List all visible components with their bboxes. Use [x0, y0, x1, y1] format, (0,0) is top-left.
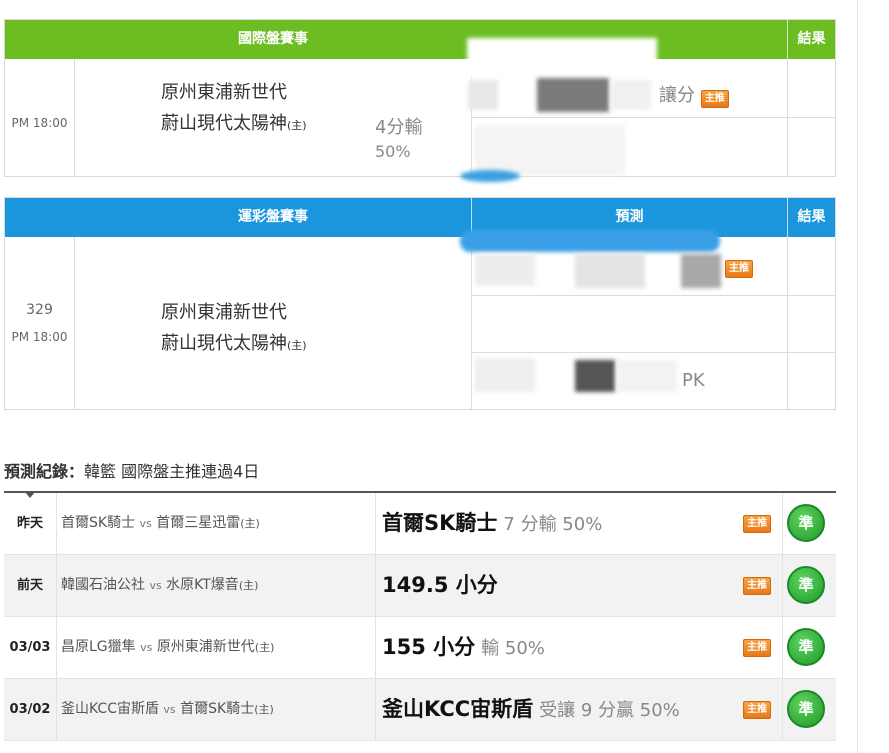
intl-match-time: PM 18:00 [11, 116, 68, 130]
lottery-home-team: 原州東浦新世代 [161, 302, 287, 323]
lottery-pred-pk: PK [682, 370, 705, 391]
page-divider [857, 0, 858, 753]
lottery-pred-badge: 主推 [725, 260, 753, 278]
intl-result-header: 結果 [797, 31, 826, 47]
intl-home-team: 原州東浦新世代 [161, 82, 287, 103]
intl-header-title: 國際盤賽事 [238, 31, 308, 47]
intl-header-bar: 國際盤賽事 結果 [5, 20, 835, 59]
record-result-icon: 準 [787, 566, 825, 604]
record-result-icon: 準 [787, 690, 825, 728]
record-badge: 主推 [743, 701, 771, 719]
intl-away-team: 蔚山現代太陽神(主) [161, 113, 307, 134]
record-title: 預測紀錄：韓籃 國際盤主推連過4日 [4, 462, 260, 481]
record-day: 03/03 [4, 617, 57, 678]
record-row: 03/03 昌原LG獵隼 vs 原州東浦新世代(主) 155 小分輸 50% 主… [4, 617, 836, 679]
record-match: 韓國石油公社 vs 水原KT爆音(主) [61, 577, 259, 593]
record-row: 前天 韓國石油公社 vs 水原KT爆音(主) 149.5 小分 主推 準 [4, 555, 836, 617]
lottery-match-number: 329 [26, 302, 53, 318]
record-result-icon: 準 [787, 504, 825, 542]
record-match: 昌原LG獵隼 vs 原州東浦新世代(主) [61, 639, 275, 655]
lottery-match-time: PM 18:00 [11, 330, 68, 344]
intl-match-panel: 國際盤賽事 結果 PM 18:00 原州東浦新世代 蔚山現代太陽神(主) 4分輸… [4, 19, 836, 182]
lottery-header-title: 運彩盤賽事 [238, 209, 308, 225]
record-badge: 主推 [743, 515, 771, 533]
record-pick: 首爾SK騎士 7 分輸 50% [382, 511, 603, 535]
record-badge: 主推 [743, 639, 771, 657]
record-result-icon: 準 [787, 628, 825, 666]
record-match: 釜山KCC宙斯盾 vs 首爾SK騎士(主) [61, 701, 274, 717]
lottery-away-team: 蔚山現代太陽神(主) [161, 333, 307, 354]
record-pick: 155 小分輸 50% [382, 635, 545, 659]
record-badge: 主推 [743, 577, 771, 595]
lottery-match-panel: 運彩盤賽事 預測 結果 329 PM 18:00 原州東浦新世代 蔚山現代太陽神… [4, 197, 836, 410]
record-row: 03/02 釜山KCC宙斯盾 vs 首爾SK騎士(主) 釜山KCC宙斯盾 受讓 9… [4, 679, 836, 741]
lottery-result-header: 結果 [797, 209, 826, 225]
intl-odds: 4分輸 50% [375, 117, 423, 161]
record-pick: 釜山KCC宙斯盾 受讓 9 分贏 50% [382, 697, 680, 721]
record-pick: 149.5 小分 [382, 573, 498, 597]
record-day: 昨天 [4, 493, 57, 554]
record-match: 首爾SK騎士 vs 首爾三星迅雷(主) [61, 515, 260, 531]
intl-pred-badge: 主推 [700, 90, 729, 108]
record-table: 昨天 首爾SK騎士 vs 首爾三星迅雷(主) 首爾SK騎士 7 分輸 50% 主推… [4, 491, 836, 745]
record-row: 昨天 首爾SK騎士 vs 首爾三星迅雷(主) 首爾SK騎士 7 分輸 50% 主推… [4, 493, 836, 555]
record-day: 前天 [4, 555, 57, 616]
intl-pred-text: 讓分 主推 [659, 81, 729, 108]
record-day: 03/02 [4, 679, 57, 740]
intl-pred-mask [467, 38, 657, 78]
